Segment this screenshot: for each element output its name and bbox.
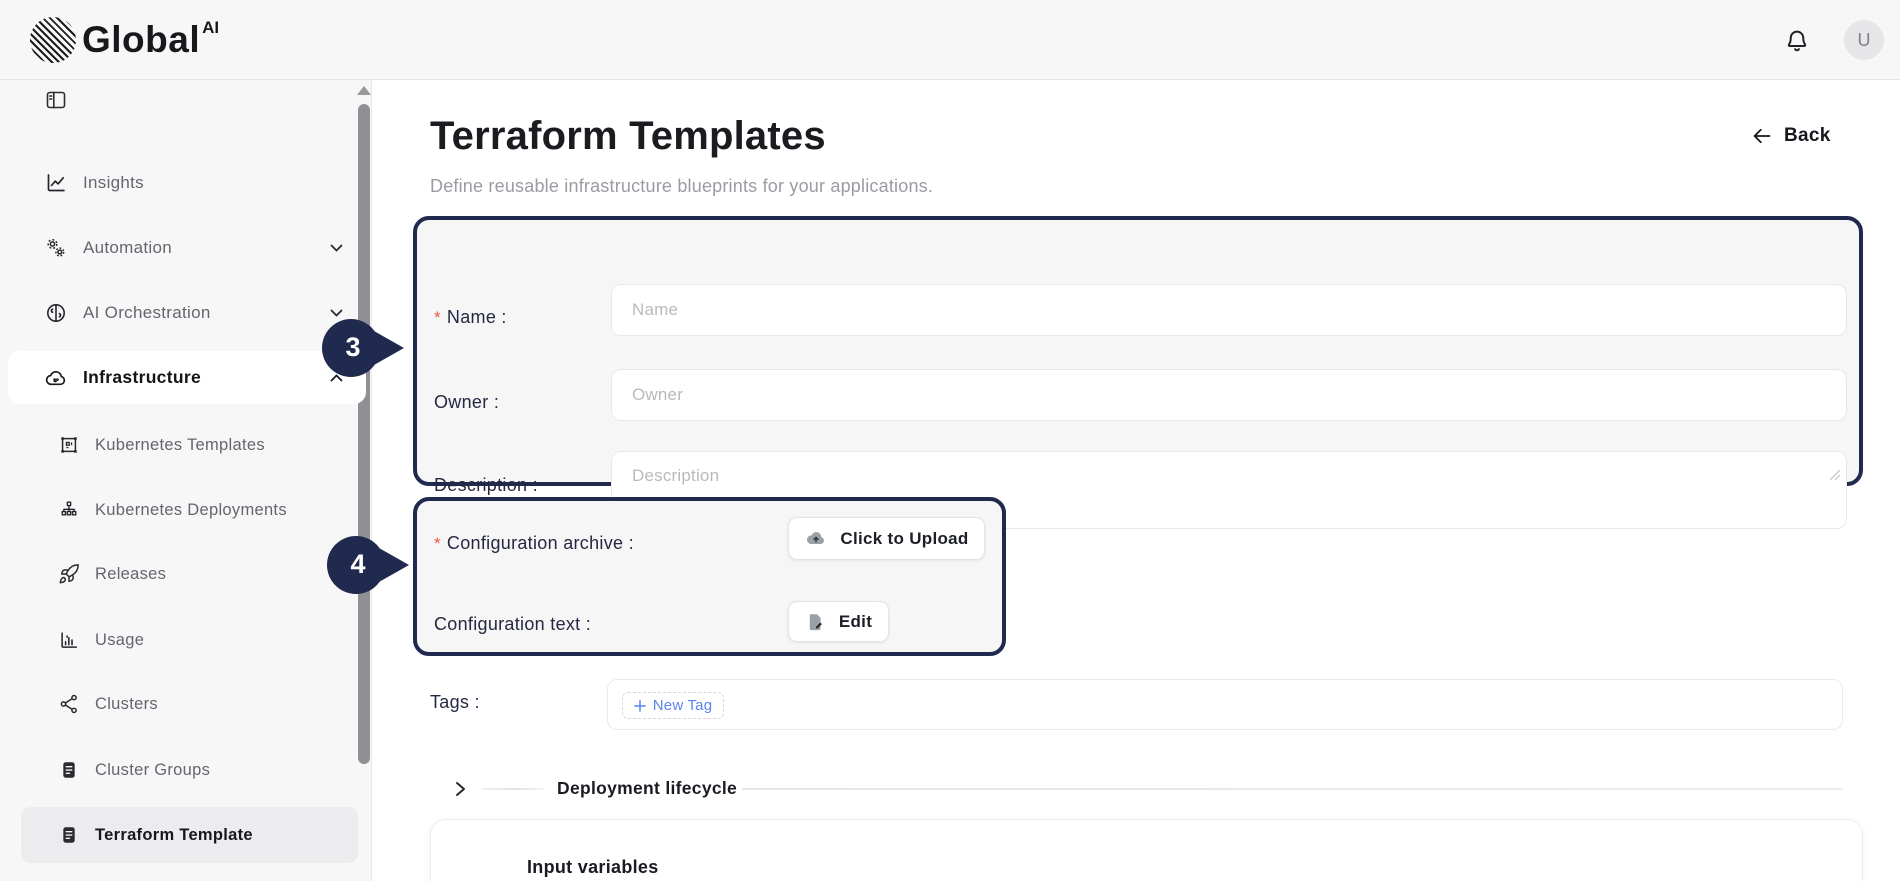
sidebar-item-label: Clusters — [95, 695, 158, 714]
sidebar-item-label: Releases — [95, 565, 166, 584]
sidebar-item-label: Cluster Groups — [95, 761, 210, 780]
tags-field-label: Tags : — [430, 692, 480, 713]
app-root: Global AI U Insights — [0, 0, 1900, 881]
sidebar-item-kubernetes-templates[interactable]: Kubernetes Templates — [0, 417, 372, 473]
document-icon — [58, 824, 80, 846]
upload-button-label: Click to Upload — [840, 529, 968, 549]
sidebar-item-automation[interactable]: Automation — [0, 220, 372, 276]
owner-field-label: Owner : — [434, 392, 499, 413]
new-tag-button[interactable]: New Tag — [622, 692, 724, 719]
hierarchy-icon — [58, 499, 80, 521]
edit-document-icon — [805, 611, 827, 633]
sidebar-item-terraform-template[interactable]: Terraform Template — [21, 807, 358, 863]
logo-mark-icon — [30, 17, 76, 63]
sidebar-collapse-icon[interactable] — [44, 88, 68, 112]
main-content: Terraform Templates Define reusable infr… — [372, 80, 1900, 881]
required-asterisk: * — [434, 308, 441, 327]
required-asterisk: * — [434, 534, 441, 553]
sidebar-item-infrastructure[interactable]: Infrastructure — [8, 351, 366, 404]
edit-button-label: Edit — [839, 612, 872, 632]
avatar-initial: U — [1858, 30, 1871, 51]
back-label: Back — [1784, 125, 1831, 147]
page-title: Terraform Templates — [430, 114, 826, 159]
divider-line — [481, 788, 545, 790]
gears-icon — [44, 236, 68, 260]
sidebar-item-usage[interactable]: Usage — [0, 612, 372, 668]
annotation-badge-3: 3 — [322, 319, 380, 377]
click-to-upload-button[interactable]: Click to Upload — [788, 517, 985, 560]
configuration-section: *Configuration archive : Click to Upload… — [413, 497, 1006, 656]
bar-chart-icon — [58, 629, 80, 651]
cloud-upload-icon — [804, 527, 828, 551]
sidebar-item-label: Insights — [83, 173, 144, 193]
input-variables-label: Input variables — [527, 857, 659, 878]
page-subtitle: Define reusable infrastructure blueprint… — [430, 176, 933, 197]
name-input[interactable] — [611, 284, 1847, 336]
app-header: Global AI U — [0, 0, 1900, 80]
sidebar-item-label: Usage — [95, 631, 144, 650]
sidebar-item-label: Infrastructure — [83, 367, 201, 388]
network-icon — [58, 693, 80, 715]
sidebar-item-ai-orchestration[interactable]: AI Orchestration — [0, 285, 372, 341]
sidebar-item-kubernetes-deployments[interactable]: Kubernetes Deployments — [0, 482, 372, 538]
sidebar-item-label: AI Orchestration — [83, 303, 211, 323]
notification-bell-icon[interactable] — [1782, 25, 1812, 55]
sidebar-item-cluster-groups[interactable]: Cluster Groups — [0, 742, 372, 798]
chevron-down-icon[interactable] — [330, 244, 343, 252]
brain-icon — [44, 301, 68, 325]
new-tag-label: New Tag — [653, 697, 713, 714]
cloud-icon — [44, 366, 68, 390]
sidebar-item-releases[interactable]: Releases — [0, 546, 372, 602]
sidebar: Insights Automation AI Orchestration — [0, 80, 372, 881]
sidebar-item-insights[interactable]: Insights — [0, 155, 372, 211]
textarea-resize-handle[interactable] — [1829, 469, 1841, 481]
plus-icon — [634, 700, 646, 712]
document-icon — [58, 759, 80, 781]
description-field-label: Description : — [434, 475, 538, 496]
scrollbar-up-arrow[interactable] — [357, 86, 371, 95]
arrow-left-icon — [1750, 124, 1774, 148]
divider-line — [742, 788, 1843, 790]
rocket-icon — [58, 563, 80, 585]
annotation-badge-4: 4 — [327, 536, 385, 594]
sidebar-item-label: Kubernetes Deployments — [95, 501, 287, 520]
tags-input-container[interactable]: New Tag — [607, 679, 1843, 730]
logo-superscript: AI — [202, 18, 219, 38]
logo-text: Global — [82, 17, 200, 63]
config-text-label: Configuration text : — [434, 614, 591, 635]
line-chart-icon — [44, 171, 68, 195]
config-archive-label: *Configuration archive : — [434, 533, 634, 554]
chevron-down-icon[interactable] — [330, 309, 343, 317]
sidebar-item-label: Kubernetes Templates — [95, 436, 265, 455]
sidebar-item-clusters[interactable]: Clusters — [0, 676, 372, 732]
name-field-label: *Name : — [434, 307, 507, 328]
basic-info-section: *Name : Owner : Description : — [413, 216, 1863, 486]
user-avatar[interactable]: U — [1844, 20, 1884, 60]
sidebar-item-label: Terraform Template — [95, 826, 253, 845]
input-variables-card: Input variables — [430, 819, 1863, 881]
owner-input[interactable] — [611, 369, 1847, 421]
lifecycle-section-label: Deployment lifecycle — [557, 778, 737, 799]
edit-configuration-button[interactable]: Edit — [788, 601, 889, 642]
logo: Global AI — [30, 17, 219, 63]
sidebar-item-label: Automation — [83, 238, 172, 258]
lifecycle-expand-chevron-icon[interactable] — [455, 781, 466, 797]
template-frame-icon — [58, 434, 80, 456]
back-button[interactable]: Back — [1750, 124, 1831, 148]
